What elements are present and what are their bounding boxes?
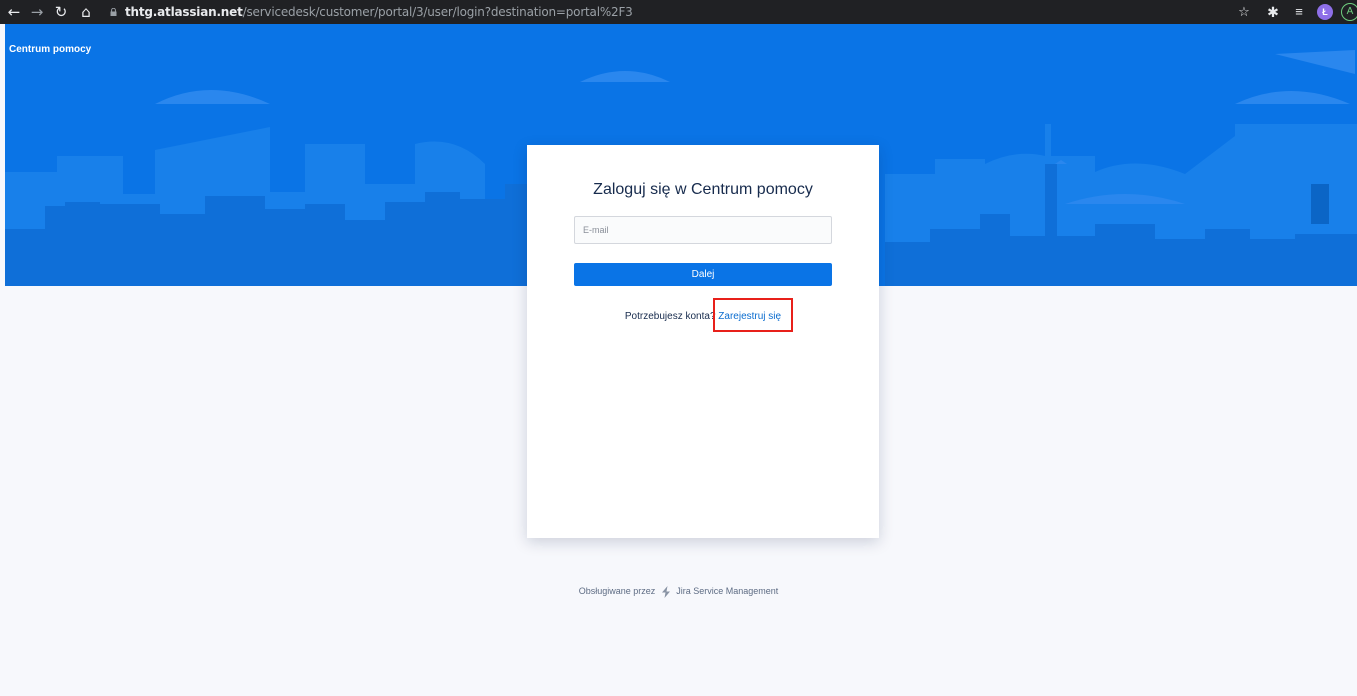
powered-prefix: Obsługiwane przez bbox=[578, 586, 656, 596]
back-arrow-icon[interactable]: ← bbox=[5, 3, 23, 21]
profile-avatar[interactable]: Ł bbox=[1317, 4, 1333, 20]
forward-arrow-icon[interactable]: → bbox=[28, 3, 46, 21]
signup-prompt: Potrzebujesz konta? bbox=[624, 311, 716, 322]
highlight-annotation bbox=[713, 298, 793, 332]
address-bar[interactable]: thtg.atlassian.net/servicedesk/customer/… bbox=[100, 2, 1230, 22]
reload-icon[interactable]: ↻ bbox=[52, 3, 70, 21]
login-title: Zaloguj się w Centrum pomocy bbox=[593, 181, 813, 198]
portal-name[interactable]: Centrum pomocy bbox=[9, 44, 91, 56]
bookmark-star-icon[interactable]: ☆ bbox=[1235, 3, 1253, 21]
powered-by-footer: Obsługiwane przez Jira Service Managemen… bbox=[0, 584, 1357, 598]
browser-actions: ☆ ✱ ≡ Ł A bbox=[1227, 0, 1357, 24]
browser-toolbar: ← → ↻ ⌂ thtg.atlassian.net/servicedesk/c… bbox=[0, 0, 1357, 24]
email-field[interactable] bbox=[574, 216, 832, 244]
login-card: Zaloguj się w Centrum pomocy Dalej Potrz… bbox=[527, 145, 879, 538]
url-domain: thtg.atlassian.net bbox=[125, 5, 243, 19]
powered-product[interactable]: Jira Service Management bbox=[676, 586, 778, 596]
next-button[interactable]: Dalej bbox=[574, 263, 832, 286]
url-text: thtg.atlassian.net/servicedesk/customer/… bbox=[125, 5, 633, 19]
signup-row: Potrzebujesz konta? Zarejestruj się bbox=[527, 309, 879, 325]
jira-logo-icon bbox=[661, 585, 670, 598]
lock-icon bbox=[110, 8, 117, 16]
url-path: /servicedesk/customer/portal/3/user/logi… bbox=[242, 5, 633, 19]
reading-list-icon[interactable]: ≡ bbox=[1290, 3, 1308, 21]
account-avatar[interactable]: A bbox=[1341, 3, 1357, 21]
extensions-puzzle-icon[interactable]: ✱ bbox=[1264, 3, 1282, 21]
home-icon[interactable]: ⌂ bbox=[77, 3, 95, 21]
